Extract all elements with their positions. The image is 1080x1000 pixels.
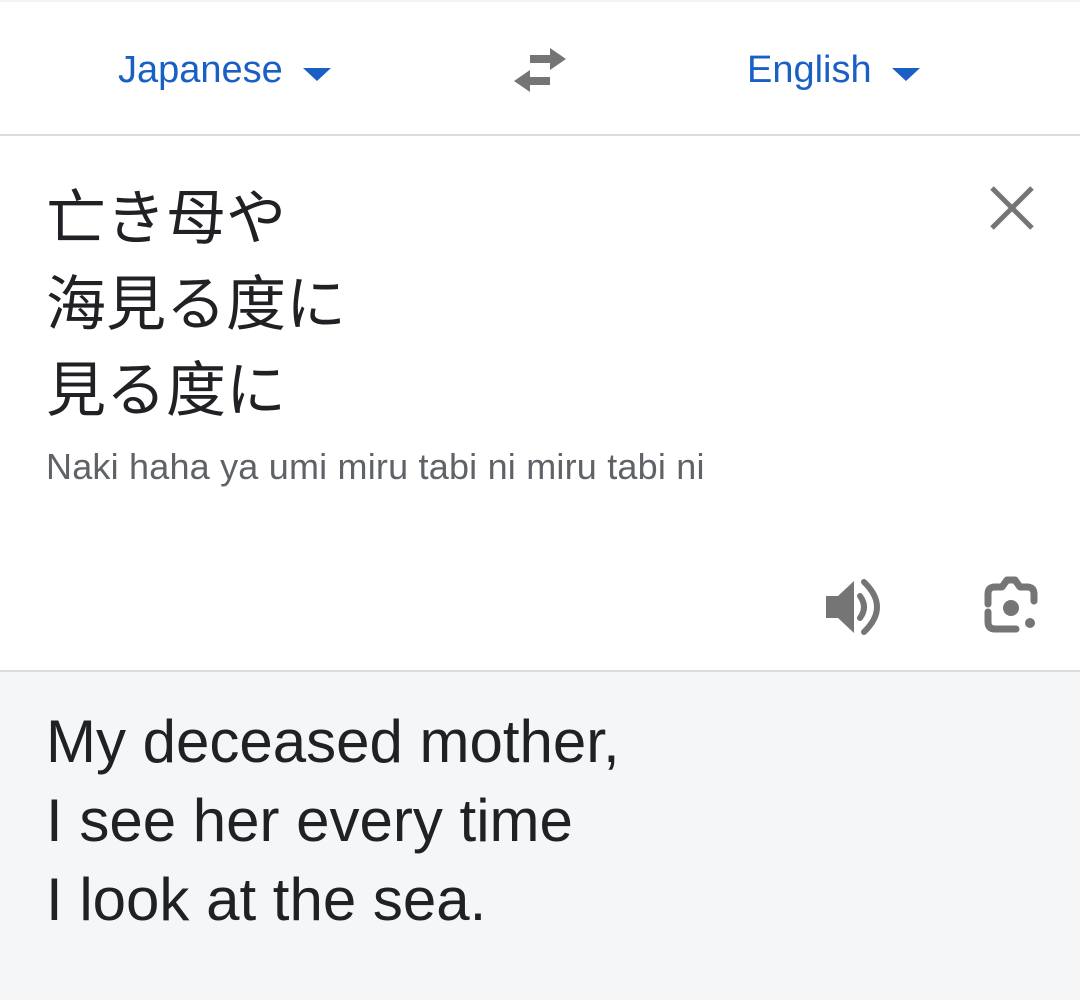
camera-translate-button[interactable]: [976, 574, 1046, 640]
language-bar: Japanese English: [0, 0, 1080, 136]
listen-button[interactable]: [820, 576, 888, 638]
caret-down-icon: [302, 67, 331, 81]
source-line: 亡き母や: [46, 184, 286, 254]
swap-horiz-icon: [514, 48, 566, 92]
translation-line: My deceased mother,: [46, 708, 620, 775]
close-icon: [990, 186, 1034, 230]
source-line: 海見る度に: [46, 270, 346, 340]
google-lens-icon: [984, 576, 1038, 633]
target-language-button[interactable]: English: [747, 44, 920, 96]
target-language-label: English: [747, 48, 872, 91]
source-panel[interactable]: 亡き母や 海見る度に 見る度に Naki haha ya umi miru ta…: [0, 136, 1080, 672]
translation-text: My deceased mother, I see her every time…: [46, 702, 1026, 939]
swap-languages-button[interactable]: [508, 42, 572, 98]
translation-panel: My deceased mother, I see her every time…: [0, 672, 1080, 1000]
translation-line: I see her every time: [46, 787, 573, 854]
caret-down-icon: [891, 67, 920, 81]
volume-up-icon: [826, 579, 880, 635]
source-line: 見る度に: [46, 356, 286, 426]
source-text[interactable]: 亡き母や 海見る度に 見る度に: [46, 176, 946, 434]
source-language-label: Japanese: [118, 48, 283, 91]
source-language-button[interactable]: Japanese: [118, 44, 331, 96]
romanization-text: Naki haha ya umi miru tabi ni miru tabi …: [46, 446, 705, 487]
translation-line: I look at the sea.: [46, 866, 487, 933]
clear-text-button[interactable]: [984, 180, 1040, 236]
translate-app: Japanese English 亡き母や 海見る度に 見る度に Naki ha…: [0, 0, 1080, 1000]
